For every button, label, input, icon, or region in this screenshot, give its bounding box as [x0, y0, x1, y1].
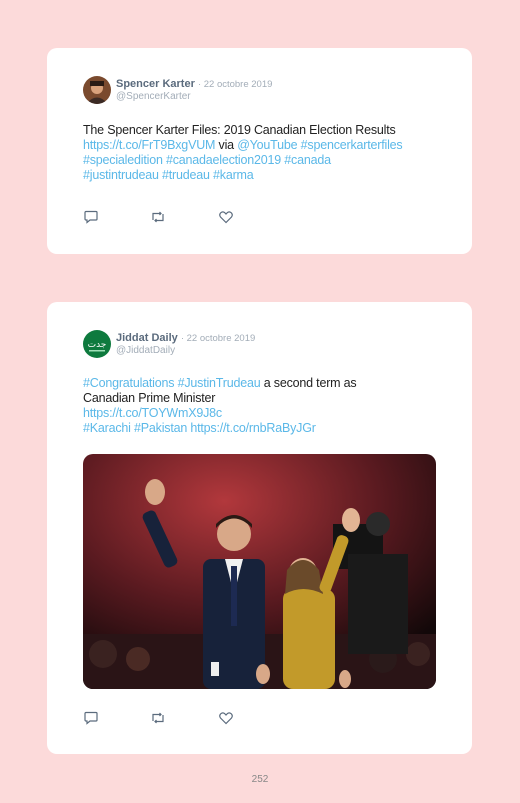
retweet-icon[interactable] — [150, 711, 166, 725]
tweet-card: جدت Jiddat Daily · 22 octobre 2019 @Jidd… — [47, 302, 472, 754]
media-link[interactable]: https://t.co/rnbRaByJGr — [187, 421, 316, 435]
tweet-card: Spencer Karter · 22 octobre 2019 @Spence… — [47, 48, 472, 254]
hashtag-link[interactable]: #JustinTrudeau — [174, 376, 261, 390]
tweet-text-body: a second term as — [260, 376, 357, 390]
tweet-date[interactable]: · 22 octobre 2019 — [181, 333, 255, 344]
avatar[interactable]: جدت — [83, 330, 111, 358]
like-icon[interactable] — [218, 210, 234, 224]
author-handle[interactable]: @SpencerKarter — [116, 91, 191, 102]
author-name-text[interactable]: Spencer Karter — [116, 78, 195, 90]
tweet-actions — [83, 210, 263, 224]
author-name[interactable]: Jiddat Daily · 22 octobre 2019 — [116, 332, 255, 344]
tweet-actions — [83, 711, 263, 725]
tweet-link[interactable]: https://t.co/TOYWmX9J8c — [83, 406, 222, 420]
reply-icon[interactable] — [83, 210, 99, 224]
tweet-text-body: Canadian Prime Minister — [83, 391, 216, 405]
avatar-logo-text: جدت — [88, 340, 107, 350]
tweet-text: The Spencer Karter Files: 2019 Canadian … — [83, 123, 453, 183]
tweet-text-via: via — [215, 138, 238, 152]
tweet-photo[interactable] — [83, 454, 436, 689]
reply-icon[interactable] — [83, 711, 99, 725]
hashtag-links[interactable]: #specialedition #canadaelection2019 #can… — [83, 153, 331, 167]
page-number: 252 — [251, 774, 269, 785]
author-name-text[interactable]: Jiddat Daily — [116, 332, 178, 344]
tweet-text-body: The Spencer Karter Files: 2019 Canadian … — [83, 123, 396, 137]
tweet-text: #Congratulations #JustinTrudeau a second… — [83, 376, 453, 436]
author-handle[interactable]: @JiddatDaily — [116, 345, 175, 356]
tweet-link[interactable]: https://t.co/FrT9BxgVUM — [83, 138, 215, 152]
hashtag-links[interactable]: #justintrudeau #trudeau #karma — [83, 168, 254, 182]
mention-link[interactable]: @YouTube — [237, 138, 297, 152]
like-icon[interactable] — [218, 711, 234, 725]
hashtag-link[interactable]: #Congratulations — [83, 376, 175, 390]
retweet-icon[interactable] — [150, 210, 166, 224]
avatar[interactable] — [83, 76, 111, 104]
hashtag-links[interactable]: #spencerkarterfiles — [297, 138, 403, 152]
hashtag-links[interactable]: #Karachi #Pakistan — [83, 421, 187, 435]
tweet-date[interactable]: · 22 octobre 2019 — [198, 79, 272, 90]
author-name[interactable]: Spencer Karter · 22 octobre 2019 — [116, 78, 272, 90]
